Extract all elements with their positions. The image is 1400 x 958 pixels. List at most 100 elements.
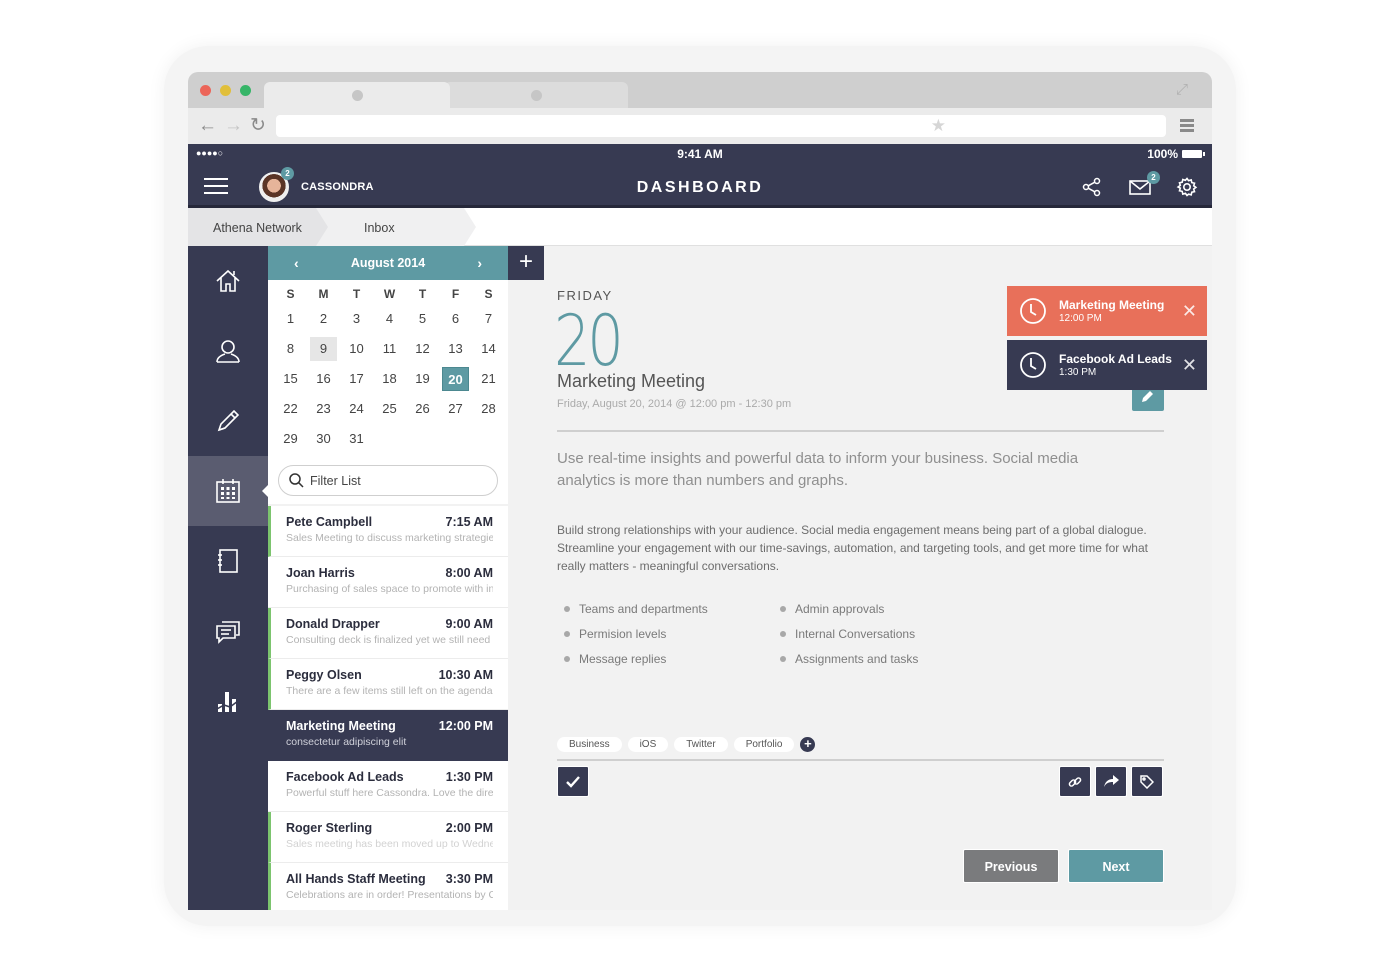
minimize-window-button[interactable] xyxy=(220,85,231,96)
url-input[interactable]: ★ xyxy=(276,115,1166,137)
event-list-item[interactable]: Pete Campbell 7:15 AM Sales Meeting to dis… xyxy=(268,506,508,557)
forward-button[interactable] xyxy=(1095,766,1127,797)
calendar-day[interactable]: 29 xyxy=(274,424,307,454)
calendar-day[interactable]: 1 xyxy=(274,304,307,334)
tag-business[interactable]: Business xyxy=(557,737,622,752)
notebook-icon xyxy=(218,549,238,573)
calendar-day[interactable]: 5 xyxy=(406,304,439,334)
close-icon[interactable]: ✕ xyxy=(1182,355,1197,376)
calendar-day[interactable]: 3 xyxy=(340,304,373,334)
event-time: 12:00 PM xyxy=(438,719,493,733)
event-row-header: Marketing Meeting 12:00 PM xyxy=(286,719,493,733)
sidebar-item-profile[interactable] xyxy=(188,316,268,386)
share-arrow-icon xyxy=(1103,775,1119,787)
browser-tab-1[interactable] xyxy=(264,82,450,108)
event-list-item[interactable]: Facebook Ad Leads 1:30 PM Powerful stuff h… xyxy=(268,761,508,812)
event-list-item[interactable]: Donald Drapper 9:00 AM Consulting deck is … xyxy=(268,608,508,659)
event-list-item[interactable]: Peggy Olsen 10:30 AM There are a few items… xyxy=(268,659,508,710)
calendar-day[interactable]: 11 xyxy=(373,334,406,364)
gear-icon[interactable] xyxy=(1176,176,1198,198)
event-list-item[interactable]: Roger Sterling 2:00 PM Sales meeting has b… xyxy=(268,812,508,863)
notification-facebook-ad-leads[interactable]: Facebook Ad Leads 1:30 PM ✕ xyxy=(1007,340,1207,390)
close-icon[interactable]: ✕ xyxy=(1182,301,1197,322)
event-list-item[interactable]: Marketing Meeting 12:00 PM consectetur adi… xyxy=(268,710,508,761)
maximize-window-button[interactable] xyxy=(240,85,251,96)
tag-ios[interactable]: iOS xyxy=(627,737,669,752)
list-item: Internal Conversations xyxy=(776,625,918,650)
event-name: Donald Drapper xyxy=(286,617,380,631)
calendar-day[interactable]: 12 xyxy=(406,334,439,364)
calendar-day[interactable]: 2 xyxy=(307,304,340,334)
weekday-label: M xyxy=(318,287,329,301)
bookmark-star-icon[interactable]: ★ xyxy=(931,116,946,136)
calendar-day[interactable]: 6 xyxy=(439,304,472,334)
event-lead-text: Use real-time insights and powerful data… xyxy=(557,450,1079,489)
status-time: 9:41 AM xyxy=(677,147,723,161)
forward-arrow-icon[interactable]: → xyxy=(224,115,243,137)
calendar-day[interactable]: 4 xyxy=(373,304,406,334)
back-arrow-icon[interactable]: ← xyxy=(198,115,217,137)
event-description: Consulting deck is finalized yet we stil… xyxy=(286,634,491,646)
calendar-day[interactable]: 7 xyxy=(472,304,505,334)
calendar-day[interactable]: 24 xyxy=(340,394,373,424)
calendar-day[interactable]: 31 xyxy=(340,424,373,454)
calendar-day[interactable]: 19 xyxy=(406,364,439,394)
add-event-button[interactable]: + xyxy=(508,246,544,280)
event-name: Facebook Ad Leads xyxy=(286,770,404,784)
battery-status: 100% xyxy=(1147,147,1205,161)
tag-portfolio[interactable]: Portfolio xyxy=(733,737,795,752)
tag-icon xyxy=(1140,774,1154,789)
reload-icon[interactable]: ↻ xyxy=(250,115,266,137)
link-button[interactable] xyxy=(1059,766,1091,797)
calendar-day[interactable]: 9 xyxy=(310,337,337,361)
breadcrumb-athena-network[interactable]: Athena Network xyxy=(188,208,328,246)
event-list-item[interactable]: Joan Harris 8:00 AM Purchasing of sales sp… xyxy=(268,557,508,608)
calendar-day[interactable]: 27 xyxy=(439,394,472,424)
calendar-day[interactable]: 20 xyxy=(442,367,469,391)
calendar-day[interactable]: 13 xyxy=(439,334,472,364)
filter-list-field[interactable] xyxy=(278,465,498,496)
calendar-day[interactable]: 30 xyxy=(307,424,340,454)
sidebar-item-notes[interactable] xyxy=(188,526,268,596)
tag-button[interactable] xyxy=(1131,766,1163,797)
calendar-day[interactable]: 16 xyxy=(307,364,340,394)
next-button[interactable]: Next xyxy=(1068,849,1164,883)
calendar-day[interactable]: 25 xyxy=(373,394,406,424)
fullscreen-icon[interactable]: ⤢ xyxy=(1176,82,1192,98)
calendar-day[interactable]: 18 xyxy=(373,364,406,394)
calendar-day[interactable]: 14 xyxy=(472,334,505,364)
calendar-day[interactable]: 22 xyxy=(274,394,307,424)
filter-list-input[interactable] xyxy=(310,473,480,488)
notification-marketing-meeting[interactable]: Marketing Meeting 12:00 PM ✕ xyxy=(1007,286,1207,336)
share-icon[interactable] xyxy=(1081,176,1103,198)
calendar-day[interactable]: 10 xyxy=(340,334,373,364)
calendar-day[interactable]: 17 xyxy=(340,364,373,394)
event-name: Peggy Olsen xyxy=(286,668,362,682)
list-item: Message replies xyxy=(560,650,708,675)
previous-button[interactable]: Previous xyxy=(963,849,1059,883)
calendar-day[interactable]: 26 xyxy=(406,394,439,424)
prev-month-button[interactable]: ‹ xyxy=(294,255,299,271)
add-tag-button[interactable]: + xyxy=(800,737,816,752)
event-row-header: All Hands Staff Meeting 3:30 PM xyxy=(286,872,493,886)
calendar-day[interactable]: 15 xyxy=(274,364,307,394)
browser-tab-2[interactable] xyxy=(444,82,628,108)
calendar-day[interactable]: 8 xyxy=(274,334,307,364)
sidebar-item-edit[interactable] xyxy=(188,386,268,456)
complete-button[interactable] xyxy=(557,766,589,797)
weekday-label: S xyxy=(484,287,493,301)
calendar-day[interactable]: 28 xyxy=(472,394,505,424)
breadcrumb-inbox[interactable]: Inbox xyxy=(312,208,476,246)
sidebar-item-home[interactable] xyxy=(188,246,268,316)
browser-menu-icon[interactable] xyxy=(1180,119,1194,134)
sidebar-item-calendar[interactable] xyxy=(188,456,268,526)
tag-twitter[interactable]: Twitter xyxy=(674,737,728,752)
event-description: Sales Meeting to discuss marketing strat… xyxy=(286,532,493,544)
event-list-item[interactable]: All Hands Staff Meeting 3:30 PM Celebratio… xyxy=(268,863,508,910)
next-month-button[interactable]: › xyxy=(477,255,482,271)
calendar-day[interactable]: 23 xyxy=(307,394,340,424)
close-window-button[interactable] xyxy=(200,85,211,96)
sidebar-item-messages[interactable] xyxy=(188,596,268,666)
sidebar-item-analytics[interactable] xyxy=(188,666,268,736)
calendar-day[interactable]: 21 xyxy=(472,364,505,394)
